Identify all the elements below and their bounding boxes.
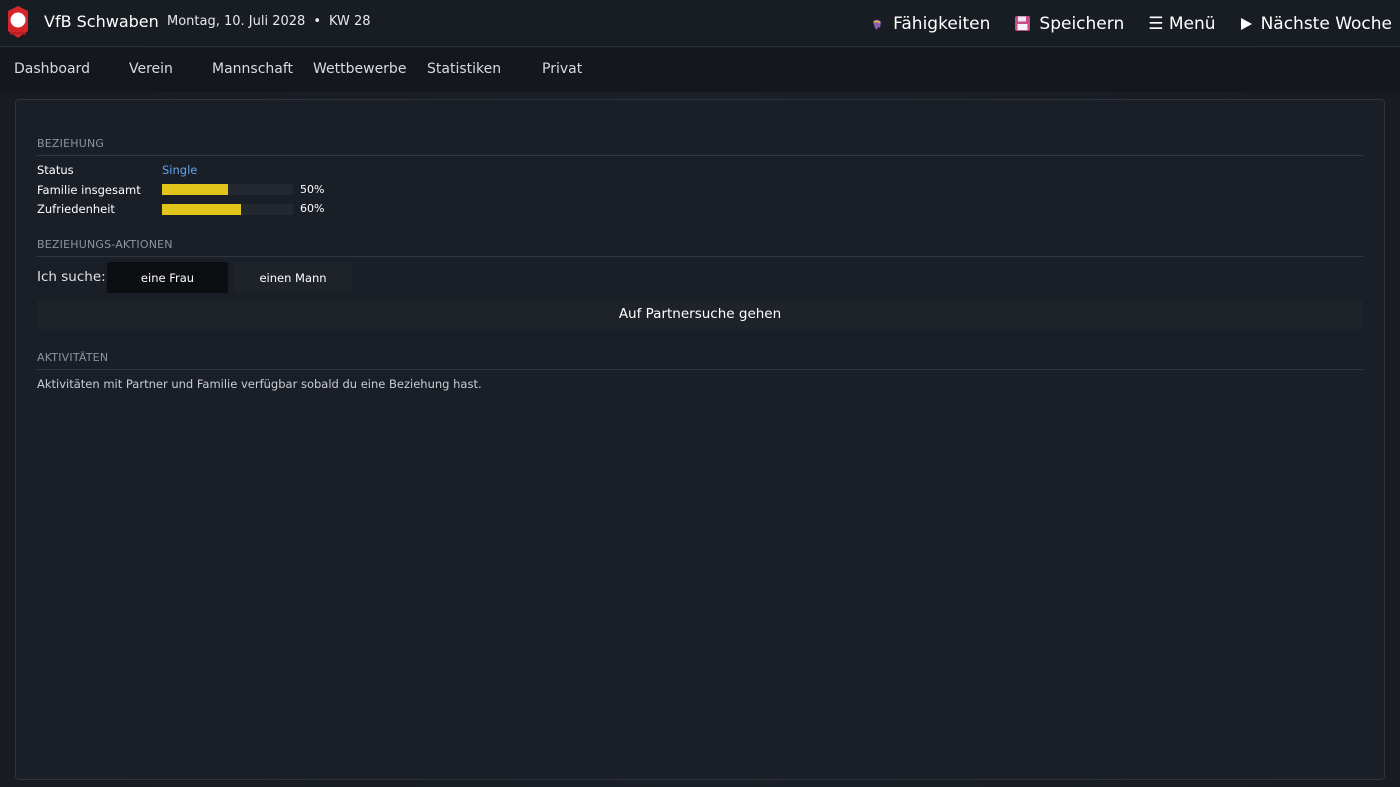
nav-item-dashboard[interactable]: Dashboard [14, 61, 90, 77]
nav-item-mannschaft[interactable]: Mannschaft [212, 61, 293, 77]
option-woman-button[interactable]: eine Frau [107, 262, 228, 293]
activities-heading: AKTIVITÄTEN [37, 351, 1363, 370]
menu-button[interactable]: ☰ Menü [1148, 14, 1215, 34]
skills-label: Fähigkeiten [893, 13, 991, 34]
family-label: Familie insgesamt [37, 183, 141, 197]
status-label: Status [37, 163, 74, 177]
nav-item-privat[interactable]: Privat [542, 61, 582, 77]
satisfaction-progress-bar [162, 204, 293, 215]
find-partner-button[interactable]: Auf Partnersuche gehen [37, 299, 1363, 329]
option-man-button[interactable]: einen Mann [234, 262, 352, 293]
main-navigation: Dashboard Verein Mannschaft Wettbewerbe … [0, 48, 1400, 92]
save-label: Speichern [1039, 13, 1125, 34]
menu-label: ☰ Menü [1148, 13, 1216, 34]
satisfaction-progress-fill [162, 204, 241, 215]
brain-icon [869, 16, 885, 32]
relationship-actions-heading: BEZIEHUNGS-AKTIONEN [37, 238, 1363, 257]
current-date: Montag, 10. Juli 2028 • KW 28 [167, 14, 371, 29]
satisfaction-percent: 60% [300, 202, 325, 215]
next-week-label: Nächste Woche [1260, 13, 1392, 34]
top-actions: Fähigkeiten Speichern ☰ Menü Nächste Woc… [845, 0, 1392, 47]
nav-item-wettbewerbe[interactable]: Wettbewerbe [313, 61, 406, 77]
floppy-disk-icon [1014, 15, 1031, 32]
save-button[interactable]: Speichern [1014, 14, 1124, 34]
nav-item-verein[interactable]: Verein [129, 61, 173, 77]
family-progress-fill [162, 184, 228, 195]
search-label: Ich suche: [37, 269, 106, 285]
relationship-heading: BEZIEHUNG [37, 137, 1363, 156]
top-bar: VfB Schwaben Montag, 10. Juli 2028 • KW 28… [0, 0, 1400, 47]
private-panel: BEZIEHUNG Status Single Familie insgesam… [15, 99, 1385, 780]
family-progress-bar [162, 184, 293, 195]
play-icon [1240, 17, 1253, 31]
club-crest-icon[interactable] [6, 5, 30, 39]
nav-item-statistiken[interactable]: Statistiken [427, 61, 501, 77]
date-separator: • [313, 14, 321, 29]
family-percent: 50% [300, 183, 325, 196]
satisfaction-label: Zufriedenheit [37, 202, 115, 216]
club-name: VfB Schwaben [44, 12, 159, 31]
week-number: KW 28 [328, 14, 371, 29]
date-text: Montag, 10. Juli 2028 [167, 14, 306, 29]
skills-button[interactable]: Fähigkeiten [869, 14, 990, 34]
next-week-button[interactable]: Nächste Woche [1240, 14, 1392, 34]
status-value: Single [162, 163, 198, 177]
activities-info-text: Aktivitäten mit Partner und Familie verf… [37, 377, 482, 391]
